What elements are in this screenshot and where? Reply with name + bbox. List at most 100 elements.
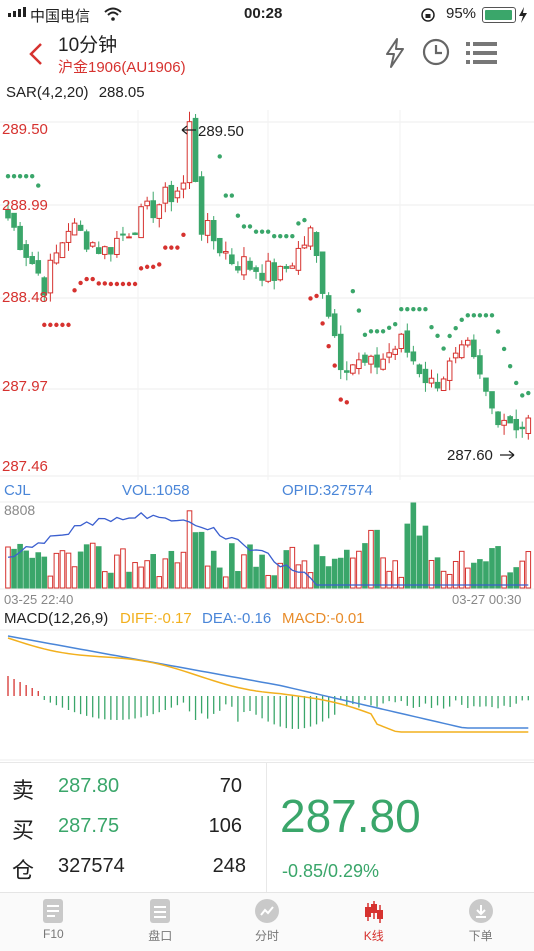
volume-bar <box>65 552 72 589</box>
candle-body <box>180 182 187 190</box>
candle-body <box>295 247 302 271</box>
sar-dot <box>259 229 265 234</box>
sar-dot <box>60 322 65 328</box>
candle-body <box>313 232 320 257</box>
volume-bar <box>458 550 465 589</box>
sar-dot <box>11 174 17 179</box>
candle-body <box>301 244 308 249</box>
sar-dot <box>526 390 531 396</box>
candle-body <box>265 260 271 282</box>
open-interest-row: 仓 327574 248 <box>0 851 255 891</box>
sar-dot <box>429 325 434 330</box>
menu-list-icon[interactable] <box>466 40 498 66</box>
volume-bar <box>162 558 169 589</box>
sar-dot <box>126 281 132 287</box>
volume-bar <box>380 557 386 589</box>
sar-dot <box>90 276 95 282</box>
volume-bar <box>428 559 435 589</box>
carrier-name: 中国电信 <box>30 8 91 25</box>
history-clock-icon[interactable] <box>422 38 450 66</box>
contract-name: 沪金1906(AU1906) <box>58 59 186 76</box>
candle-body <box>501 419 507 426</box>
sar-dot <box>132 281 138 287</box>
volume-bar <box>519 560 526 589</box>
price-change: -0.85/0.29% <box>282 861 380 881</box>
macd-chart[interactable] <box>0 628 534 762</box>
sar-dot <box>96 281 101 286</box>
tab-f10[interactable]: F10 <box>0 893 107 951</box>
volume-bar <box>404 523 411 589</box>
candle <box>89 241 96 248</box>
candle-body <box>416 364 423 375</box>
volume-bar <box>483 561 489 589</box>
volume-bar <box>216 567 223 589</box>
volume-bars <box>5 502 532 589</box>
volume-bar <box>35 552 42 589</box>
volume-bar <box>471 562 477 589</box>
sar-dot <box>5 174 11 179</box>
candle-body <box>525 417 532 434</box>
sar-dot <box>326 344 331 349</box>
candle-body <box>356 359 362 370</box>
volume-bar <box>501 575 507 589</box>
volume-bar <box>356 550 362 589</box>
candle <box>489 391 495 415</box>
macd-value: MACD:-0.01 <box>282 610 365 627</box>
candle-body <box>319 251 326 294</box>
volume-bar <box>410 502 417 589</box>
candle <box>11 212 17 231</box>
kline-chart[interactable]: 289.50 288.99 288.48 287.97 287.46 289.5… <box>0 110 534 480</box>
candle <box>126 233 132 239</box>
tab-place-order[interactable]: 下单 <box>427 893 534 951</box>
candle-body <box>446 360 453 381</box>
sell-label: 卖 <box>12 778 35 803</box>
candle-body <box>283 266 290 269</box>
candle <box>368 354 374 374</box>
candle-body <box>483 377 489 392</box>
candle-body <box>344 370 350 373</box>
orientation-lock-icon <box>421 8 435 22</box>
flash-icon[interactable] <box>384 38 406 68</box>
candle <box>350 363 356 376</box>
sar-dot <box>483 313 489 318</box>
candle-body <box>59 242 66 259</box>
volume-chart[interactable]: 8808 03-25 22:40 03-27 00:30 <box>0 500 534 610</box>
candle-body <box>380 358 386 370</box>
sar-dot <box>399 307 404 312</box>
candle-body <box>120 233 126 236</box>
tab-timeshare[interactable]: 分时 <box>214 893 321 951</box>
candle-body <box>47 259 54 294</box>
volume-bar <box>198 531 205 589</box>
volume-bar <box>422 525 429 589</box>
candle-body <box>513 418 520 431</box>
candle-body <box>465 339 471 346</box>
sar-dot <box>23 174 29 179</box>
candle <box>259 264 265 287</box>
volume-bar <box>271 575 277 589</box>
candle <box>229 248 235 266</box>
volume-bar <box>23 550 29 589</box>
buy-price: 287.75 <box>58 815 120 837</box>
y-label-4: 287.97 <box>2 378 48 395</box>
candle <box>458 340 465 360</box>
candle-body <box>132 232 138 235</box>
candle-body <box>253 267 259 272</box>
volume-bar <box>446 573 453 589</box>
back-icon[interactable] <box>28 42 44 66</box>
clock-time: 00:28 <box>244 5 283 22</box>
candle <box>465 337 471 348</box>
sar-dot <box>447 333 452 339</box>
sar-dot <box>453 325 458 331</box>
open-interest-value: 327574 <box>58 855 125 877</box>
start-time-label: 03-25 22:40 <box>4 592 73 607</box>
sar-dot <box>507 364 513 369</box>
sar-dot <box>411 307 416 312</box>
buy-row: 买 287.75 106 <box>0 811 255 851</box>
tab-order-book[interactable]: 盘口 <box>107 893 214 951</box>
sell-price: 287.80 <box>58 775 120 797</box>
tab-kline[interactable]: K线 <box>320 893 427 951</box>
candle <box>422 361 429 392</box>
buy-qty: 106 <box>208 815 242 837</box>
candle-body <box>507 416 513 424</box>
candle-body <box>156 204 163 219</box>
